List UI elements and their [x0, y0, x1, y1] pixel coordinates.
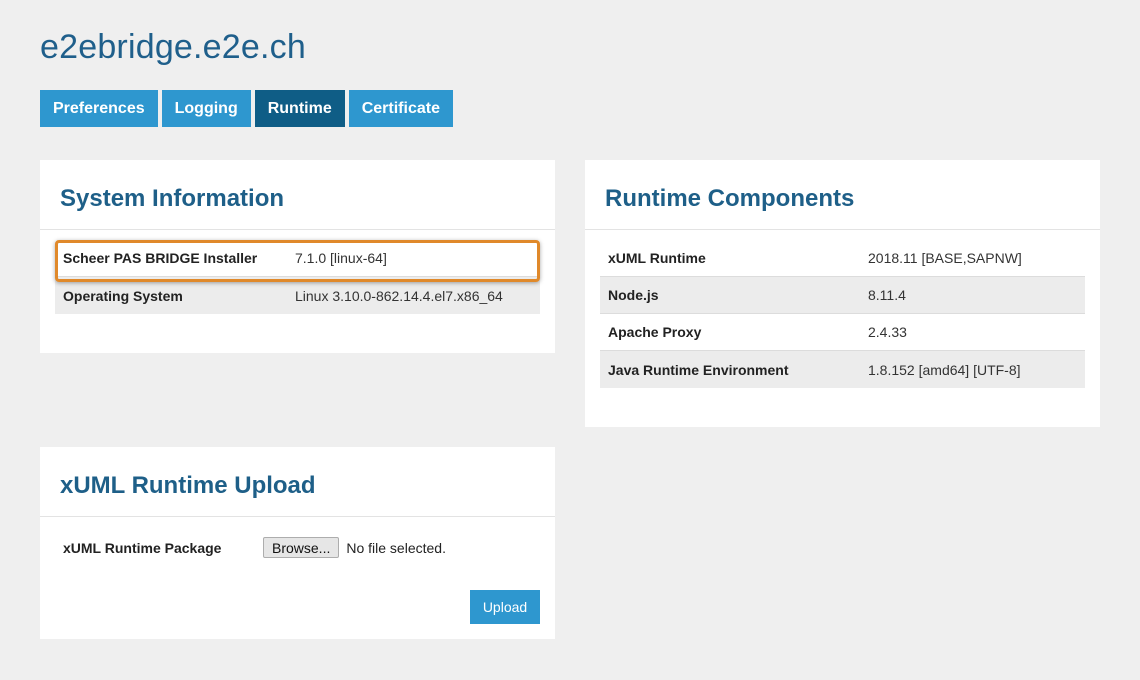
- file-status-text: No file selected.: [346, 539, 446, 556]
- row-value: 8.11.4: [868, 287, 906, 303]
- row-key: Node.js: [608, 287, 659, 303]
- row-value: 7.1.0 [linux-64]: [295, 250, 387, 266]
- row-key: Java Runtime Environment: [608, 361, 789, 378]
- row-key: Scheer PAS BRIDGE Installer: [63, 250, 258, 266]
- row-key: Operating System: [63, 287, 183, 304]
- browse-button[interactable]: Browse...: [263, 537, 340, 558]
- row-value: Linux 3.10.0-862.14.4.el7.x86_64: [295, 287, 503, 304]
- table-row: Operating System Linux 3.10.0-862.14.4.e…: [55, 277, 540, 314]
- tab-logging[interactable]: Logging: [161, 90, 251, 127]
- runtime-components-panel: Runtime Components xUML Runtime 2018.11 …: [585, 160, 1100, 427]
- row-key: xUML Runtime: [608, 250, 706, 266]
- system-info-table: Scheer PAS BRIDGE Installer 7.1.0 [linux…: [55, 240, 540, 314]
- page-title: e2ebridge.e2e.ch: [40, 28, 306, 66]
- row-value: 2018.11 [BASE,SAPNW]: [868, 250, 1022, 266]
- upload-button[interactable]: Upload: [470, 590, 540, 624]
- table-row: Node.js 8.11.4: [600, 277, 1085, 314]
- row-key: Apache Proxy: [608, 324, 702, 340]
- panel-title: System Information: [40, 160, 555, 230]
- table-row: xUML Runtime 2018.11 [BASE,SAPNW]: [600, 240, 1085, 277]
- panel-title: Runtime Components: [585, 160, 1100, 230]
- tab-bar: Preferences Logging Runtime Certificate: [40, 90, 453, 127]
- row-value: 2.4.33: [868, 324, 907, 340]
- runtime-upload-panel: xUML Runtime Upload xUML Runtime Package…: [40, 447, 555, 639]
- upload-field-row: xUML Runtime Package Browse... No file s…: [63, 537, 540, 558]
- table-row: Apache Proxy 2.4.33: [600, 314, 1085, 351]
- panel-title: xUML Runtime Upload: [40, 447, 555, 517]
- tab-runtime[interactable]: Runtime: [254, 90, 345, 127]
- table-row: Scheer PAS BRIDGE Installer 7.1.0 [linux…: [55, 240, 540, 277]
- row-value: 1.8.152 [amd64] [UTF-8]: [868, 361, 1021, 378]
- runtime-components-table: xUML Runtime 2018.11 [BASE,SAPNW] Node.j…: [600, 240, 1085, 388]
- tab-certificate[interactable]: Certificate: [348, 90, 453, 127]
- system-information-panel: System Information Scheer PAS BRIDGE Ins…: [40, 160, 555, 353]
- upload-field-label: xUML Runtime Package: [63, 539, 222, 556]
- tab-preferences[interactable]: Preferences: [40, 90, 158, 127]
- table-row: Java Runtime Environment 1.8.152 [amd64]…: [600, 351, 1085, 388]
